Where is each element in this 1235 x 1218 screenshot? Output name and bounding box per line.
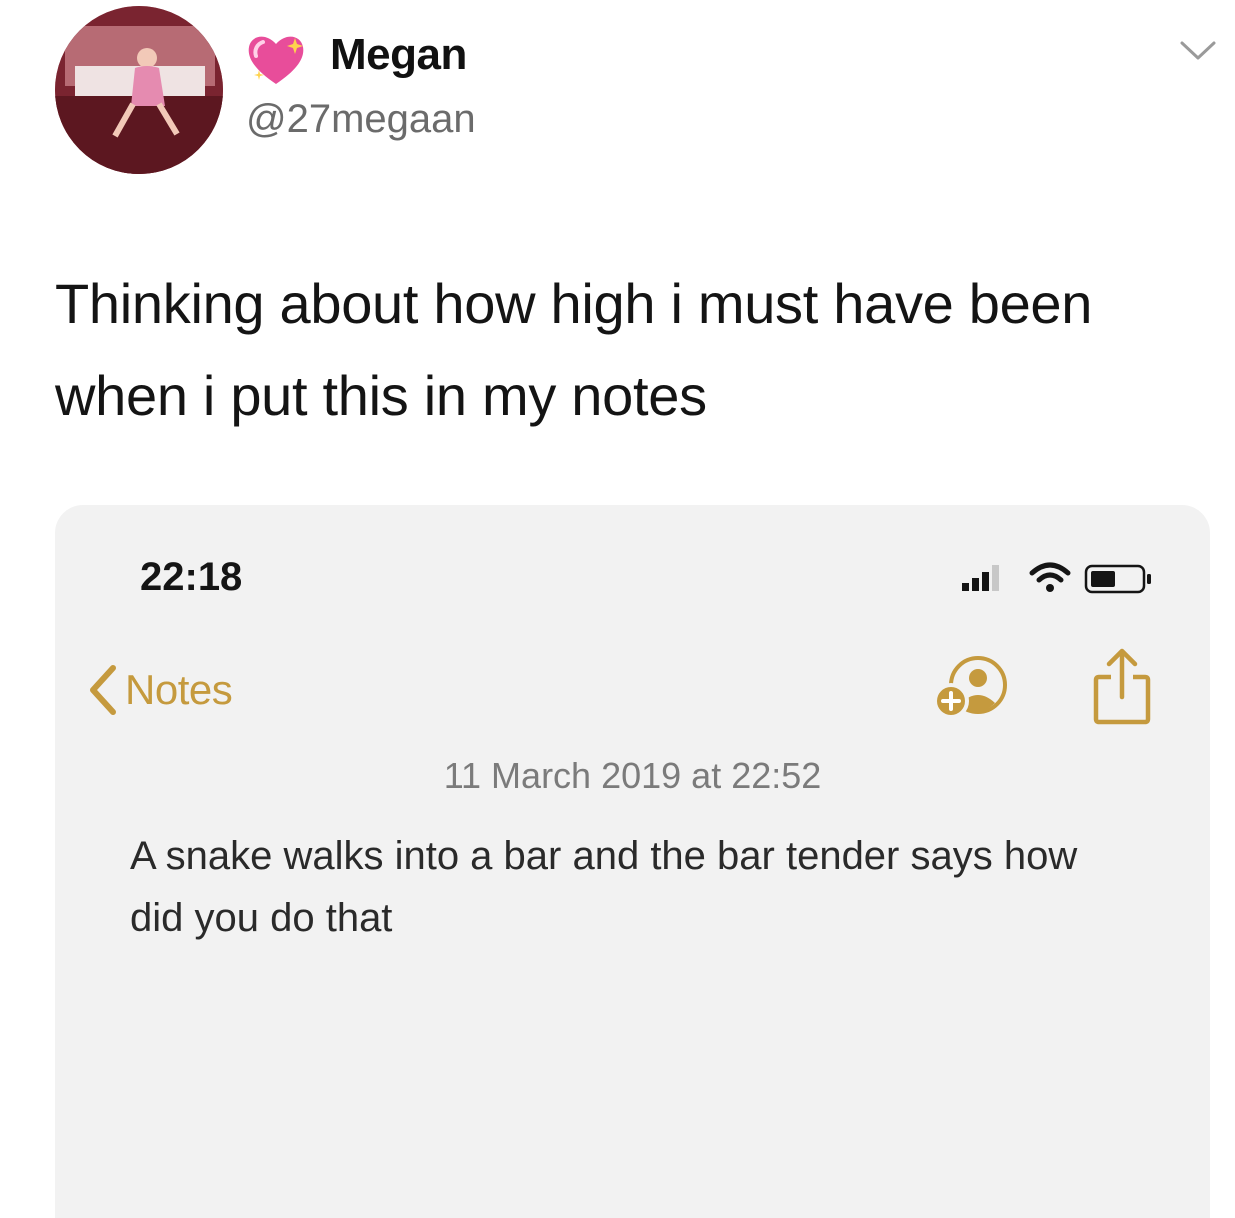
tweet-text: Thinking about how high i must have been… [55,272,1093,427]
back-button[interactable]: Notes [85,660,233,720]
chevron-left-icon [90,665,116,715]
chevron-down-icon[interactable] [1178,38,1218,64]
author-name[interactable]: Megan [330,30,467,80]
battery-icon [1084,564,1151,594]
author-handle[interactable]: @27megaan [246,97,476,142]
avatar-photo [55,6,223,174]
status-time: 22:18 [140,555,243,599]
note-date: 11 March 2019 at 22:52 [443,755,822,796]
add-person-icon[interactable] [933,653,1013,723]
back-label: Notes [125,666,233,713]
status-icons [962,562,1151,594]
share-icon[interactable] [1093,647,1151,725]
sparkling-heart-icon [248,36,304,84]
note-body[interactable]: A snake walks into a bar and the bar ten… [130,825,1130,949]
wifi-icon [1029,562,1071,592]
notes-screenshot[interactable]: 22:18 Notes 11 March 2019 at 22:52 A sna… [55,505,1210,1218]
avatar[interactable] [55,6,223,174]
tweet: Megan @27megaan Thinking about how high … [0,0,1235,1218]
signal-icon [962,565,999,591]
